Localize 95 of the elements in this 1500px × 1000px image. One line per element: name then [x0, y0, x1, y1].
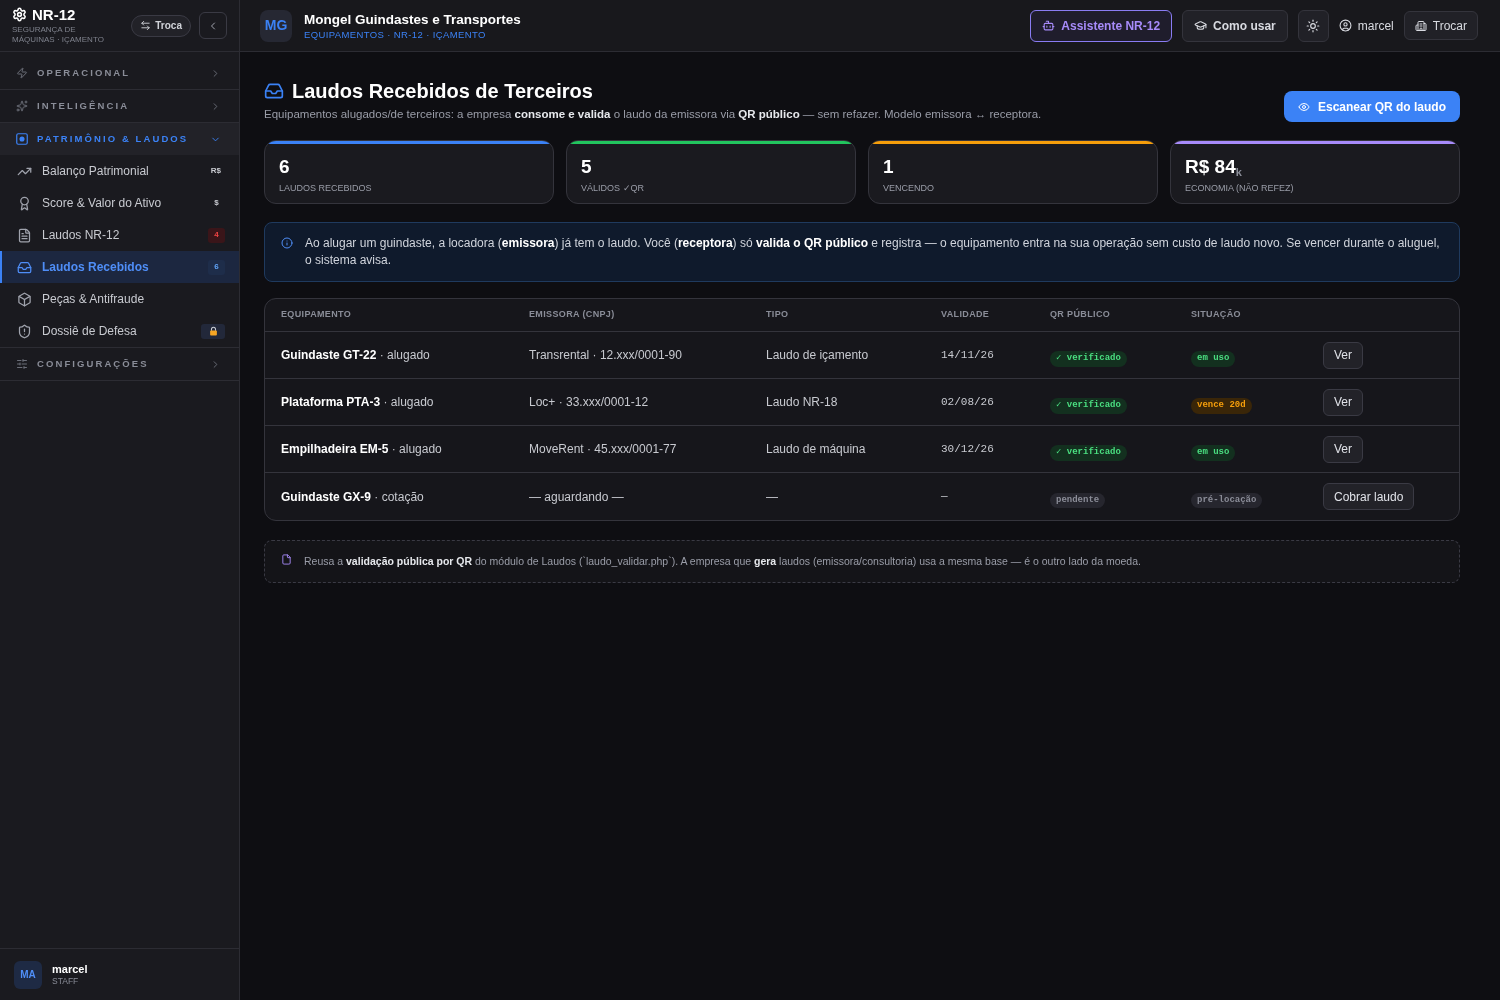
- table-cell-text: —: [941, 489, 949, 505]
- user-circle-icon: [1338, 19, 1352, 32]
- table-cell-text: MoveRent · 45.xxx/0001-77: [529, 441, 678, 458]
- table-cell-text: Laudo de içamento: [766, 347, 870, 364]
- award-icon: [17, 195, 32, 211]
- info-icon: [281, 237, 293, 249]
- count-badge: 6: [208, 259, 225, 275]
- user-menu[interactable]: marcel: [1338, 9, 1394, 42]
- scan-qr-button[interactable]: Escanear QR do laudo: [1283, 91, 1460, 122]
- action-button[interactable]: Ver: [1323, 341, 1363, 369]
- stat-value: 5: [581, 156, 593, 178]
- shield-icon: [17, 323, 32, 339]
- page-subtitle: Equipamentos alugados/de terceiros: a empresa consome e valida o laudo da emissora via QR público — sem refazer. Modelo emissora ↔ receptora.: [264, 107, 1042, 122]
- box-icon: [17, 291, 32, 307]
- nav-item[interactable]: Laudos NR-12 4: [0, 219, 239, 251]
- inbox-icon: [17, 259, 32, 275]
- badge-text: R$: [209, 165, 222, 177]
- nav-item[interactable]: Laudos Recebidos 6: [0, 251, 239, 283]
- breadcrumb: EQUIPAMENTOS · NR-12 · IÇAMENTO: [304, 28, 487, 41]
- sparkles-icon: [16, 100, 28, 112]
- table-cell-text: — aguardando —: [529, 488, 625, 506]
- gear-icon: [12, 6, 27, 22]
- status-badge: em uso: [1191, 351, 1236, 367]
- column-header: SITUAÇÃO: [1191, 308, 1242, 322]
- table-cell-text: Guindaste GX-9 · cotação: [281, 488, 425, 506]
- column-header: QR PÚBLICO: [1050, 308, 1112, 322]
- stat-label: ECONOMIA (NÃO REFEZ): [1185, 182, 1295, 194]
- column-header: EMISSORA (CNPJ): [529, 308, 616, 322]
- action-button[interactable]: Ver: [1323, 388, 1363, 416]
- stat-value: 1: [883, 156, 895, 178]
- swap-arrows-icon: [140, 20, 152, 31]
- nav-item[interactable]: Score & Valor do Ativo $: [0, 187, 239, 219]
- assistant-button[interactable]: Assistente NR-12: [1030, 9, 1173, 42]
- help-button[interactable]: Como usar: [1182, 9, 1288, 42]
- section-header[interactable]: CONFIGURAÇÕES: [0, 348, 239, 380]
- robot-icon: [1042, 19, 1056, 32]
- note-text: Reusa a validação pública por QR do módulo de Laudos (`laudo_validar.php`). A empresa que gera laudos (emissora/consultoria) usa a mesma base — é o outro lado da moeda.: [304, 553, 1141, 569]
- table-cell-text: —: [766, 488, 779, 506]
- section-header[interactable]: INTELIGÊNCIA: [0, 90, 239, 122]
- company-avatar: MG: [260, 9, 292, 42]
- sliders-icon: [16, 358, 28, 370]
- company-name: Mongel Guindastes e Transportes: [304, 10, 521, 29]
- graduation-cap-icon: [1194, 19, 1208, 32]
- user-avatar: MA: [14, 960, 42, 989]
- table-cell-text: Laudo NR-18: [766, 394, 839, 411]
- inbox-icon: [264, 81, 284, 101]
- count-badge: 4: [208, 227, 225, 243]
- qr-status-badge: ✓ verificado: [1050, 398, 1127, 414]
- status-badge: pré-locação: [1191, 492, 1263, 508]
- brand-subtitle: SEGURANÇA DE MÁQUINAS · IÇAMENTO: [12, 24, 105, 45]
- column-header: VALIDADE: [941, 308, 991, 322]
- info-text: Ao alugar um guindaste, a locadora (emissora) já tem o laudo. Você (receptora) só valida o QR público e registra — o equipamento entra na sua operação sem custo de laudo novo. Se vencer durante o aluguel, o sistema avisa.: [305, 235, 1441, 269]
- column-header: EQUIPAMENTO: [281, 308, 353, 322]
- switch-button[interactable]: Troca: [131, 14, 191, 37]
- eye-icon: [1297, 100, 1310, 113]
- theme-toggle-button[interactable]: [1297, 9, 1329, 42]
- section-header[interactable]: OPERACIONAL: [0, 57, 239, 89]
- table-cell-text: Laudo de máquina: [766, 441, 867, 458]
- file-icon: [281, 553, 292, 565]
- qr-status-badge: ✓ verificado: [1050, 351, 1127, 367]
- badge-text: $: [213, 197, 220, 209]
- user-name: marcel: [52, 962, 88, 976]
- building-icon: [1414, 19, 1427, 32]
- column-header: TIPO: [766, 308, 790, 322]
- stat-label: VÁLIDOS ✓QR: [581, 182, 645, 194]
- stat-value: 6: [279, 156, 291, 178]
- stat-label: LAUDOS RECEBIDOS: [279, 182, 373, 194]
- stat-value: R$ 84$_{k}$: [1185, 156, 1243, 178]
- page-title: Laudos Recebidos de Terceiros: [292, 79, 593, 103]
- status-badge: em uso: [1191, 445, 1236, 461]
- status-badge: vence 20d: [1191, 398, 1252, 414]
- switch-company-button[interactable]: Trocar: [1403, 11, 1478, 40]
- stat-label: VENCENDO: [883, 182, 935, 194]
- table-cell-text: Plataforma PTA-3 · alugado: [281, 394, 435, 411]
- table-cell-text: 30/12/26: [941, 441, 995, 457]
- table-cell-text: 02/08/26: [941, 394, 995, 410]
- bolt-icon: [16, 67, 28, 79]
- table-cell-text: Empilhadeira EM-5 · alugado: [281, 441, 443, 458]
- table-cell-text: 14/11/26: [941, 347, 995, 363]
- user-role: STAFF: [52, 975, 80, 987]
- nav-item[interactable]: Balanço Patrimonial R$: [0, 155, 239, 187]
- nav-item[interactable]: Dossiê de Defesa: [0, 315, 239, 347]
- nav-item[interactable]: Peças & Antifraude: [0, 283, 239, 315]
- table-cell-text: Guindaste GT-22 · alugado: [281, 347, 431, 364]
- action-button[interactable]: Ver: [1323, 435, 1363, 463]
- table-cell-text: Transrental · 12.xxx/0001-90: [529, 347, 683, 364]
- brand-title: NR-12: [32, 6, 76, 22]
- action-button[interactable]: Cobrar laudo: [1323, 483, 1415, 510]
- document-icon: [17, 227, 32, 243]
- sun-icon: [1306, 18, 1321, 33]
- square-dot-icon: [16, 133, 28, 145]
- table-cell-text: Loc+ · 33.xxx/0001-12: [529, 394, 650, 411]
- section-header[interactable]: PATRIMÔNIO & LAUDOS: [0, 123, 239, 155]
- qr-status-badge: ✓ verificado: [1050, 445, 1127, 461]
- qr-status-badge: pendente: [1050, 492, 1106, 508]
